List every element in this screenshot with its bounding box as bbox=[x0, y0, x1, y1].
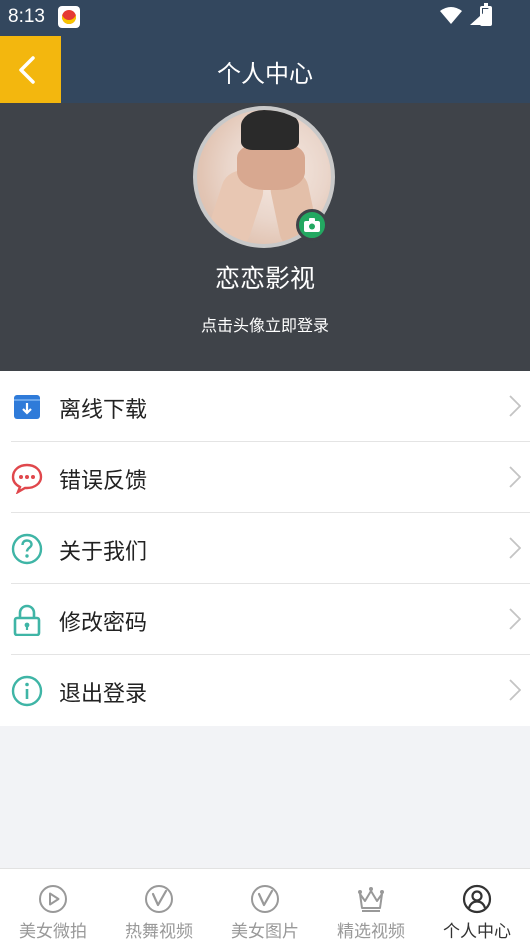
bottom-tab-bar: 美女微拍 热舞视频 美女图片 精选视频 个人中心 bbox=[0, 868, 530, 946]
play-circle-icon bbox=[39, 885, 67, 913]
lock-icon bbox=[13, 604, 41, 636]
menu-item-change-password[interactable]: 修改密码 bbox=[0, 584, 530, 655]
camera-icon[interactable] bbox=[296, 209, 328, 241]
tab-beauty-clips[interactable]: 美女微拍 bbox=[0, 869, 106, 946]
tab-label: 美女微拍 bbox=[19, 922, 87, 942]
chevron-right-icon bbox=[509, 395, 521, 417]
profile-name: 恋恋影视 bbox=[214, 264, 315, 293]
tab-featured-videos[interactable]: 精选视频 bbox=[318, 869, 424, 946]
menu-item-logout[interactable]: 退出登录 bbox=[0, 655, 530, 726]
menu-item-feedback[interactable]: 错误反馈 bbox=[0, 442, 530, 513]
menu-item-label: 修改密码 bbox=[59, 611, 148, 636]
menu-item-about-us[interactable]: 关于我们 bbox=[0, 513, 530, 584]
app-notification-icon bbox=[58, 6, 80, 28]
chevron-right-icon bbox=[509, 537, 521, 559]
user-circle-icon bbox=[462, 884, 492, 914]
header-bar: 个人中心 bbox=[0, 36, 530, 103]
menu-item-offline-download[interactable]: 离线下载 bbox=[0, 371, 530, 442]
v-circle-icon bbox=[145, 885, 173, 913]
tab-label: 个人中心 bbox=[443, 922, 511, 942]
chevron-right-icon bbox=[509, 679, 521, 701]
menu-item-label: 错误反馈 bbox=[59, 469, 148, 494]
v-circle-icon bbox=[251, 885, 279, 913]
chevron-right-icon bbox=[509, 608, 521, 630]
crown-icon bbox=[358, 887, 384, 912]
tab-label: 精选视频 bbox=[337, 922, 405, 942]
profile-section: 恋恋影视 点击头像立即登录 bbox=[0, 103, 530, 371]
chevron-right-icon bbox=[509, 466, 521, 488]
download-box-icon bbox=[14, 395, 40, 419]
battery-icon bbox=[480, 3, 492, 26]
menu-item-label: 关于我们 bbox=[59, 540, 148, 565]
tab-label: 热舞视频 bbox=[125, 922, 193, 942]
tab-personal-center[interactable]: 个人中心 bbox=[424, 869, 530, 946]
question-circle-icon bbox=[11, 533, 43, 565]
wifi-icon bbox=[440, 7, 462, 24]
login-hint[interactable]: 点击头像立即登录 bbox=[0, 312, 530, 336]
tab-label: 美女图片 bbox=[231, 922, 299, 942]
status-bar: 8:13 bbox=[0, 0, 530, 36]
tab-dance-videos[interactable]: 热舞视频 bbox=[106, 869, 212, 946]
page-title: 个人中心 bbox=[217, 60, 313, 88]
menu-item-label: 退出登录 bbox=[59, 682, 148, 707]
status-time: 8:13 bbox=[8, 6, 45, 27]
menu-item-label: 离线下载 bbox=[59, 398, 148, 423]
tab-beauty-photos[interactable]: 美女图片 bbox=[212, 869, 318, 946]
settings-menu: 离线下载 错误反馈 关于我们 修改密码 退出登录 bbox=[0, 371, 530, 726]
info-circle-icon bbox=[11, 675, 43, 707]
chat-bubble-icon bbox=[11, 463, 43, 494]
